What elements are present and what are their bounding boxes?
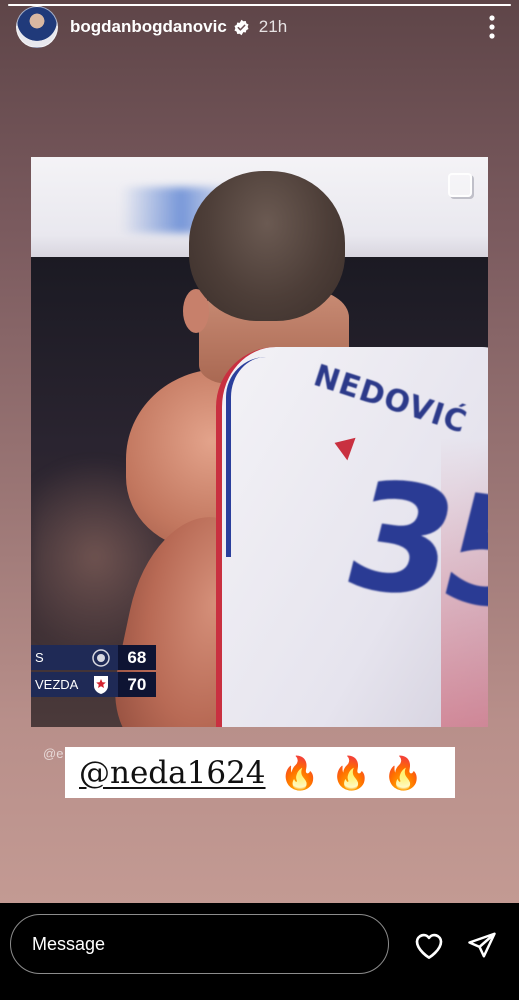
message-input[interactable] — [10, 914, 389, 974]
team-logo-icon — [91, 648, 112, 668]
watermark-text: @e — [43, 746, 64, 761]
copy-icon — [448, 173, 472, 197]
team-name: S — [35, 650, 44, 665]
heart-icon[interactable] — [411, 927, 447, 963]
verified-badge-icon — [233, 19, 250, 36]
story-view[interactable]: bogdanbogdanovic 21h NEDOVIĆ 35 S 68 VEZ… — [0, 0, 519, 903]
mention-link[interactable]: @neda1624 — [79, 755, 266, 791]
player-head — [189, 171, 345, 321]
scoreboard-row: S 68 — [31, 645, 156, 670]
time-ago: 21h — [258, 17, 288, 36]
shared-video[interactable]: NEDOVIĆ 35 S 68 VEZDA 70 — [31, 157, 488, 727]
mention-sticker[interactable]: @neda1624 🔥🔥🔥 — [65, 747, 455, 798]
fire-emoji: 🔥🔥🔥 — [279, 753, 436, 792]
story-footer — [0, 903, 519, 1000]
more-vertical-icon[interactable] — [477, 10, 507, 44]
jersey-trim — [226, 357, 271, 557]
avatar[interactable] — [16, 6, 58, 48]
star-crest-icon — [91, 675, 112, 695]
scoreboard: S 68 VEZDA 70 — [31, 645, 156, 699]
team-score: 68 — [117, 645, 156, 670]
story-header: bogdanbogdanovic 21h — [16, 6, 503, 48]
team-name: VEZDA — [35, 677, 79, 692]
send-icon[interactable] — [464, 927, 500, 963]
username[interactable]: bogdanbogdanovic — [70, 17, 227, 37]
scoreboard-row: VEZDA 70 — [31, 672, 156, 697]
team-score: 70 — [117, 672, 156, 697]
